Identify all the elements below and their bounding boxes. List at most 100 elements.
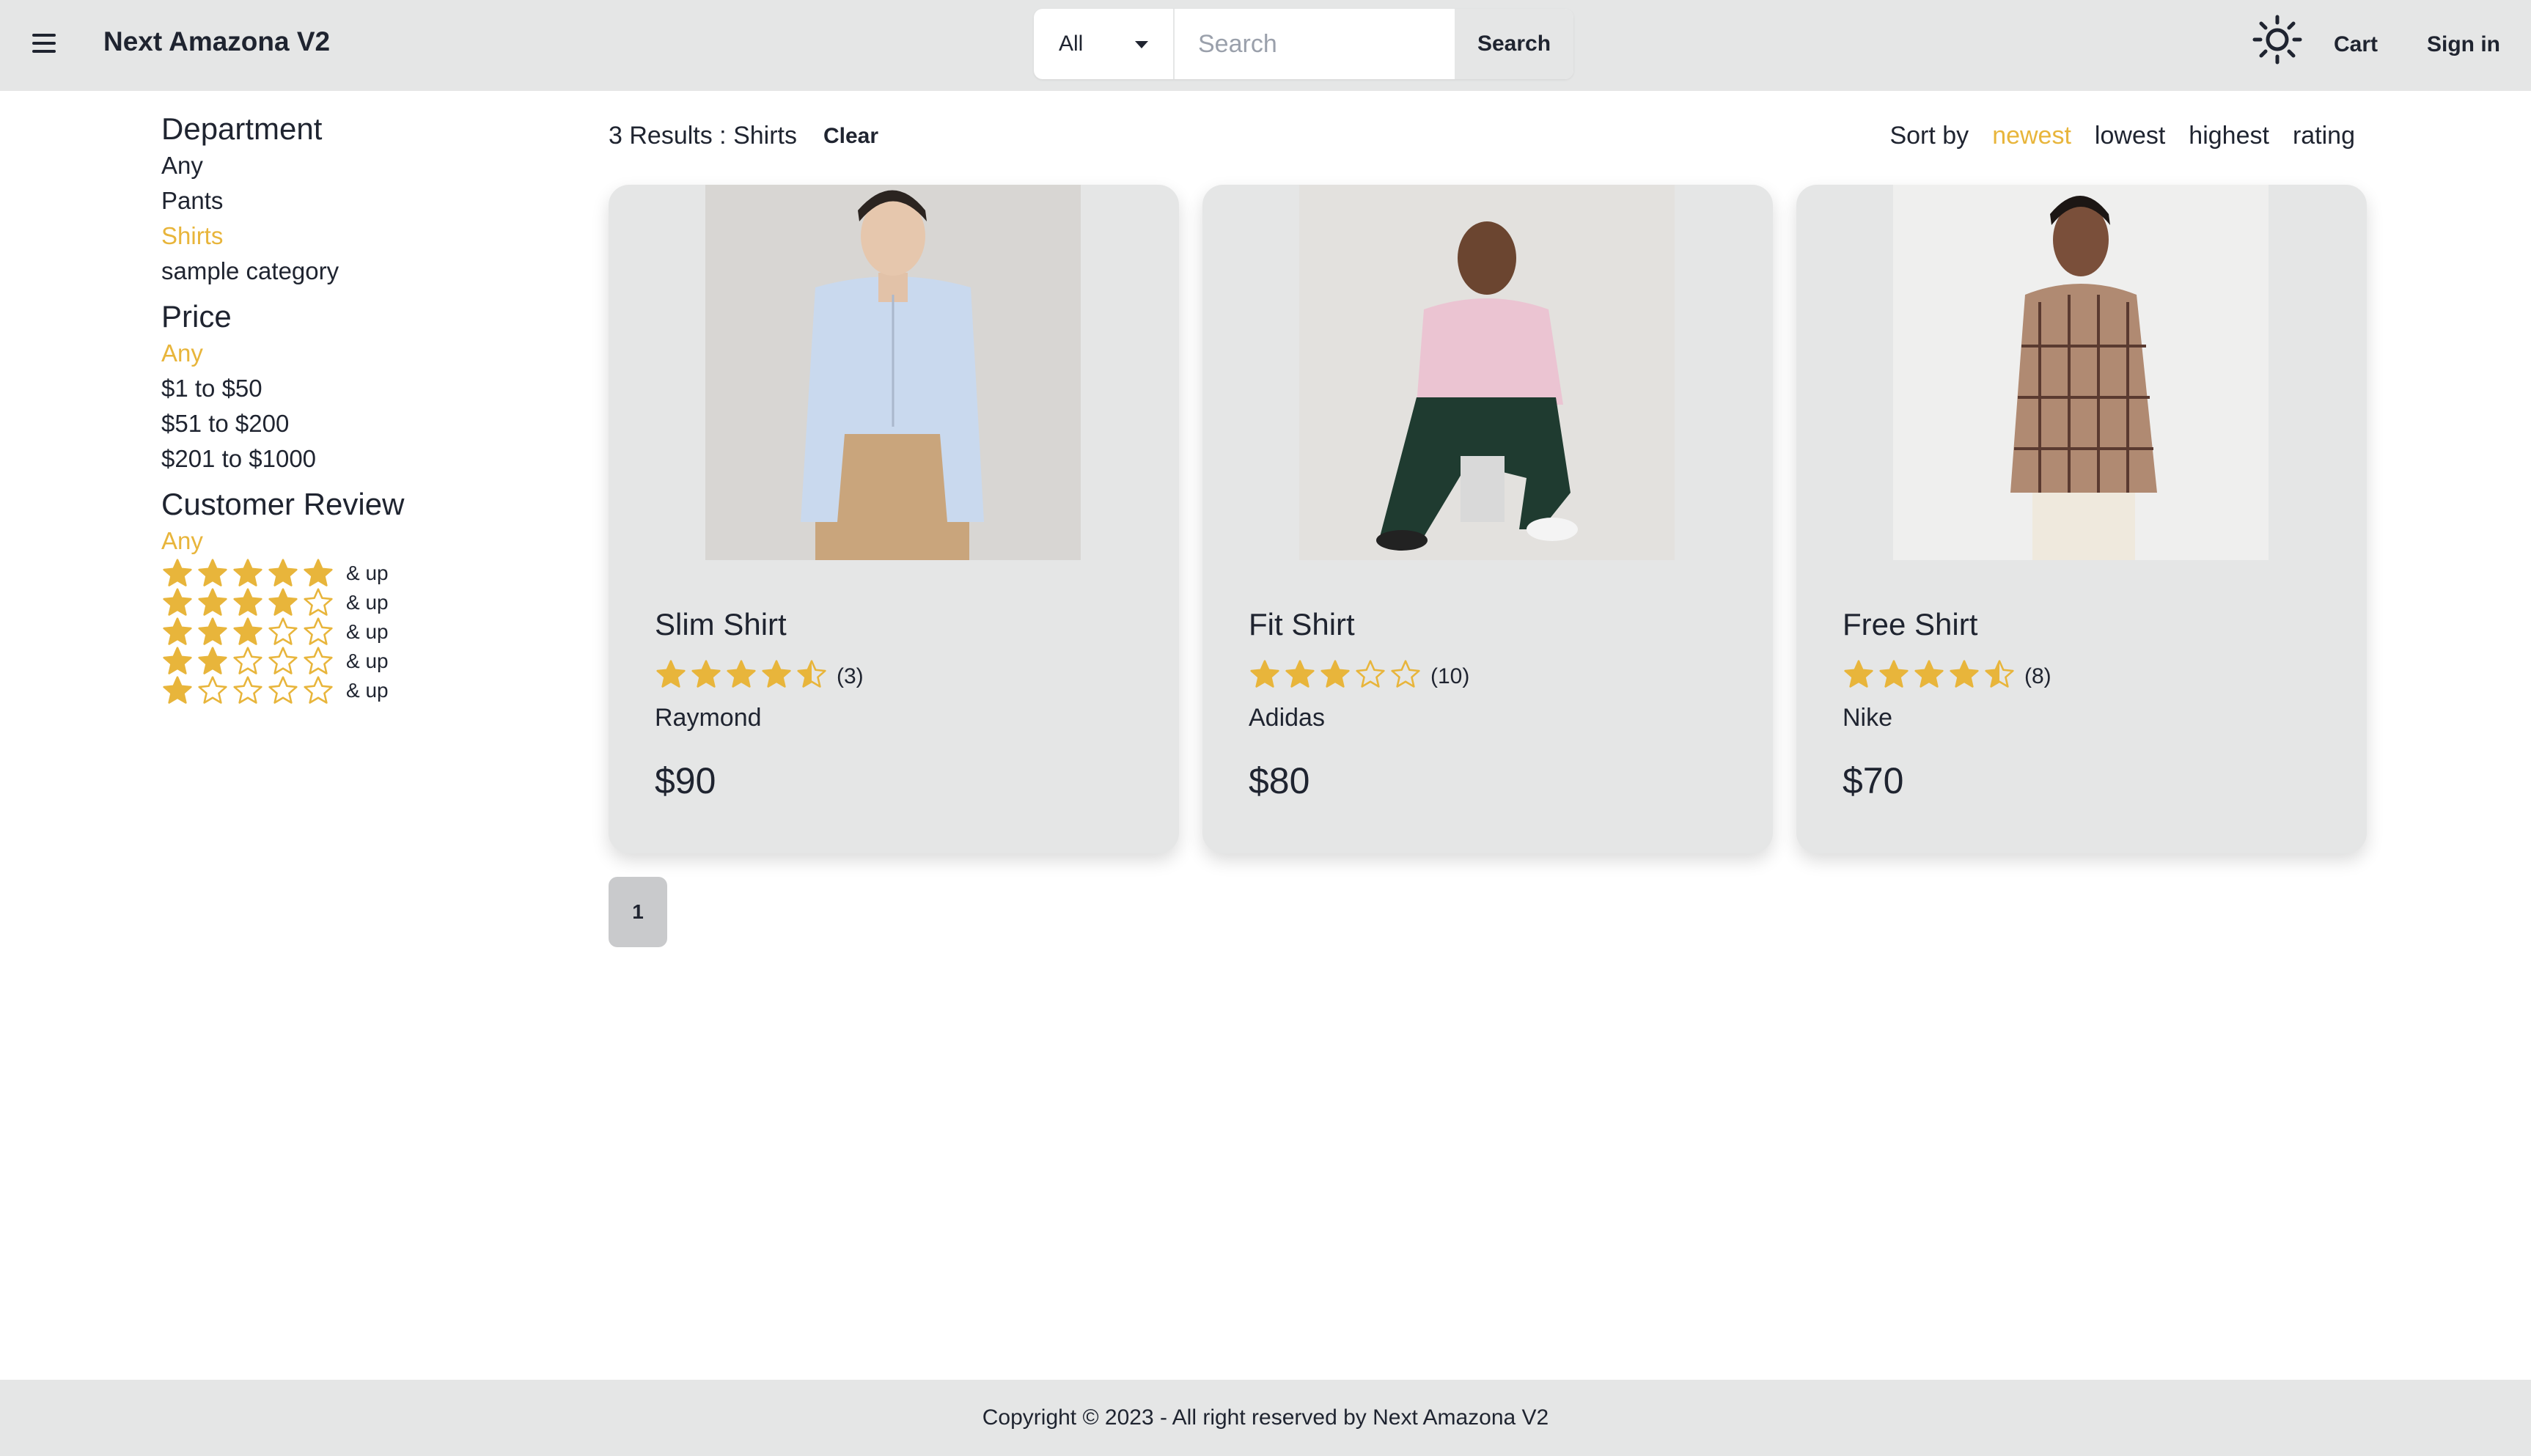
- price-filter: Price Any $1 to $50 $51 to $200 $201 to …: [161, 298, 528, 477]
- review-item-4-stars[interactable]: & up: [161, 588, 528, 617]
- star-empty-icon: [233, 676, 262, 704]
- review-item-3-stars[interactable]: & up: [161, 617, 528, 647]
- search-bar: All Search: [1034, 9, 1573, 79]
- department-filter: Department Any Pants Shirts sample categ…: [161, 110, 528, 289]
- star-filled-icon: [656, 660, 686, 688]
- search-input[interactable]: [1175, 9, 1455, 79]
- star-filled-icon: [233, 617, 262, 645]
- star-filled-icon: [233, 588, 262, 616]
- rating-stars: [655, 658, 831, 694]
- department-item-shirts[interactable]: Shirts: [161, 218, 528, 254]
- review-item-1-stars[interactable]: & up: [161, 676, 528, 705]
- star-filled-icon: [727, 660, 756, 688]
- review-levels: & up & up & up & up & up: [161, 559, 528, 705]
- review-count: (10): [1430, 663, 1470, 688]
- star-filled-icon: [198, 588, 227, 616]
- product-price: $70: [1843, 760, 1904, 801]
- department-heading: Department: [161, 111, 323, 146]
- review-item-any[interactable]: Any: [161, 523, 528, 559]
- product-rating: (10): [1249, 658, 1469, 694]
- product-image[interactable]: [1299, 185, 1675, 560]
- product-card[interactable]: Fit Shirt (10) Adidas $80: [1202, 185, 1773, 853]
- star-filled-icon: [1250, 660, 1279, 688]
- star-filled-icon: [163, 647, 192, 674]
- category-select[interactable]: All: [1034, 9, 1175, 79]
- product-rating: (8): [1843, 658, 2051, 694]
- sun-icon[interactable]: [2251, 13, 2304, 66]
- sign-in-link[interactable]: Sign in: [2427, 32, 2500, 57]
- star-filled-icon: [304, 559, 333, 587]
- and-up-label: & up: [346, 620, 389, 643]
- department-item-pants[interactable]: Pants: [161, 183, 528, 218]
- review-item-2-stars[interactable]: & up: [161, 647, 528, 676]
- and-up-label: & up: [346, 650, 389, 672]
- price-item-1-50[interactable]: $1 to $50: [161, 371, 528, 406]
- star-filled-icon: [198, 559, 227, 587]
- star-empty-icon: [198, 676, 227, 704]
- product-name[interactable]: Slim Shirt: [655, 607, 787, 642]
- star-filled-icon: [1320, 660, 1350, 688]
- star-empty-icon: [268, 617, 298, 645]
- product-image[interactable]: [1893, 185, 2269, 560]
- product-name[interactable]: Fit Shirt: [1249, 607, 1355, 642]
- price-item-51-200[interactable]: $51 to $200: [161, 406, 528, 441]
- sort-option-highest[interactable]: highest: [2189, 122, 2269, 150]
- price-item-any[interactable]: Any: [161, 336, 528, 371]
- star-filled-icon: [198, 617, 227, 645]
- star-empty-icon: [268, 676, 298, 704]
- department-item-any[interactable]: Any: [161, 148, 528, 183]
- sort-option-lowest[interactable]: lowest: [2095, 122, 2165, 150]
- footer: Copyright © 2023 - All right reserved by…: [0, 1380, 2531, 1456]
- brand-logo[interactable]: Next Amazona V2: [103, 26, 330, 57]
- sort-option-rating[interactable]: rating: [2293, 122, 2355, 150]
- product-image[interactable]: [705, 185, 1081, 560]
- navbar: Next Amazona V2 All Search Cart Sign in: [0, 0, 2531, 91]
- star-filled-icon: [163, 617, 192, 645]
- star-filled-icon: [268, 559, 298, 587]
- rating-stars: [161, 645, 337, 677]
- star-half-icon: [797, 660, 826, 688]
- star-filled-icon: [762, 660, 791, 688]
- review-count: (3): [837, 663, 864, 688]
- footer-copyright: Copyright © 2023 - All right reserved by…: [982, 1405, 1549, 1430]
- cart-link[interactable]: Cart: [2334, 32, 2378, 57]
- and-up-label: & up: [346, 679, 389, 702]
- clear-filters-link[interactable]: Clear: [823, 124, 878, 149]
- star-empty-icon: [233, 647, 262, 674]
- star-filled-icon: [163, 588, 192, 616]
- and-up-label: & up: [346, 562, 389, 584]
- product-brand: Nike: [1843, 704, 1893, 732]
- sort-label: Sort by: [1889, 122, 1969, 150]
- product-card[interactable]: Free Shirt (8) Nike $70: [1796, 185, 2367, 853]
- product-name[interactable]: Free Shirt: [1843, 607, 1977, 642]
- review-filter: Customer Review Any & up & up & up & up & up: [161, 485, 528, 705]
- star-filled-icon: [1285, 660, 1315, 688]
- product-card[interactable]: Slim Shirt (3) Raymond $90: [609, 185, 1179, 853]
- star-filled-icon: [163, 676, 192, 704]
- pagination-page-button[interactable]: 1: [609, 877, 667, 947]
- star-empty-icon: [1356, 660, 1385, 688]
- sort-bar: Sort by newest lowest highest rating: [1889, 122, 2355, 150]
- star-empty-icon: [1391, 660, 1420, 688]
- sort-option-newest[interactable]: newest: [1992, 122, 2071, 150]
- product-brand: Adidas: [1249, 704, 1325, 732]
- rating-stars: [161, 587, 337, 619]
- star-filled-icon: [198, 647, 227, 674]
- results-summary-bar: 3 Results : Shirts Clear: [609, 122, 878, 150]
- review-heading: Customer Review: [161, 487, 405, 521]
- menu-icon[interactable]: [32, 34, 56, 54]
- star-filled-icon: [1844, 660, 1873, 688]
- product-price: $90: [655, 760, 716, 801]
- and-up-label: & up: [346, 591, 389, 614]
- star-filled-icon: [691, 660, 721, 688]
- price-heading: Price: [161, 299, 232, 334]
- review-item-5-stars[interactable]: & up: [161, 559, 528, 588]
- search-button[interactable]: Search: [1455, 9, 1573, 79]
- product-rating: (3): [655, 658, 864, 694]
- department-item-sample-category[interactable]: sample category: [161, 254, 528, 289]
- rating-stars: [161, 616, 337, 648]
- star-filled-icon: [1950, 660, 1979, 688]
- price-item-201-1000[interactable]: $201 to $1000: [161, 441, 528, 477]
- product-price: $80: [1249, 760, 1310, 801]
- rating-stars: [161, 557, 337, 589]
